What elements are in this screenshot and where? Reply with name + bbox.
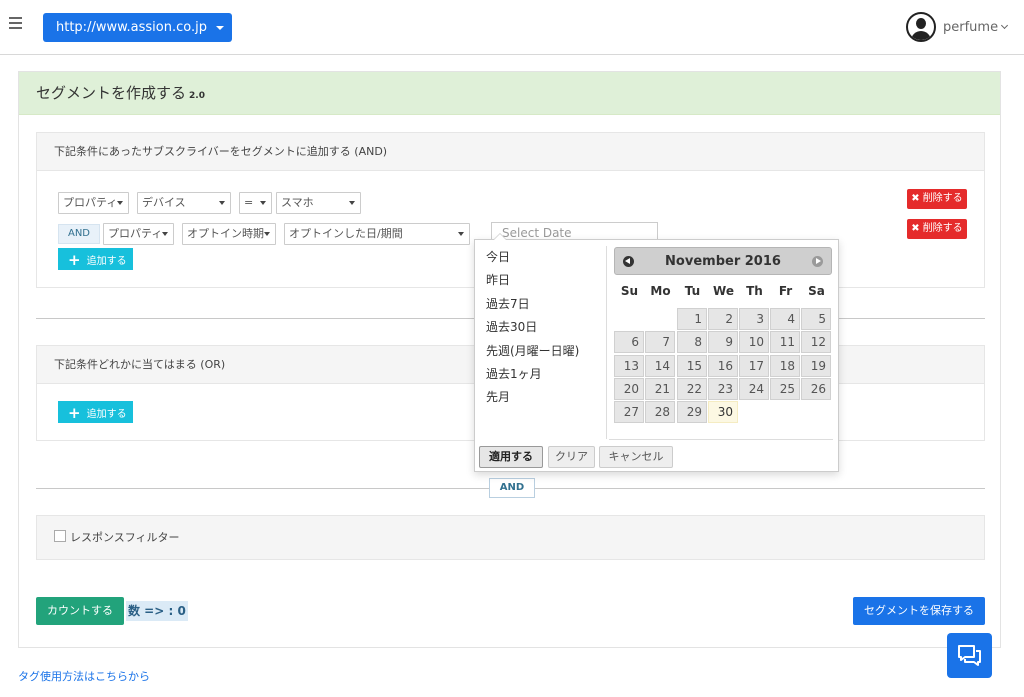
plus-icon: +: [68, 404, 81, 422]
calendar-day[interactable]: 5: [801, 308, 831, 330]
calendar-day[interactable]: 12: [801, 331, 831, 354]
calendar-day[interactable]: 30: [708, 401, 738, 424]
calendar-day[interactable]: 23: [708, 377, 738, 400]
chat-button[interactable]: [947, 633, 992, 678]
range-item[interactable]: 先月: [475, 386, 606, 409]
tag-usage-link[interactable]: タグ使用方法はこちらから: [18, 668, 150, 684]
chat-icon: [958, 645, 981, 666]
calendar-day[interactable]: 25: [770, 377, 800, 400]
calendar-day[interactable]: 6: [614, 331, 644, 354]
delete-button-2[interactable]: ✖ 削除する: [907, 219, 967, 239]
calendar-day[interactable]: 11: [770, 331, 800, 354]
weekday-header: We: [713, 284, 734, 298]
range-item[interactable]: 過去7日: [475, 293, 606, 316]
date-range-picker: 今日 昨日 過去7日 過去30日 先週(月曜ー日曜) 過去1ヶ月 先月 November 2…: [474, 233, 839, 472]
calendar-day[interactable]: 1: [677, 308, 707, 330]
calendar-day[interactable]: 29: [677, 401, 707, 424]
hamburger-menu-icon[interactable]: [9, 17, 22, 29]
range-item[interactable]: 過去1ヶ月: [475, 363, 606, 386]
calendar-day[interactable]: 20: [614, 377, 644, 400]
page-title: セグメントを作成する 2.0: [19, 72, 1000, 115]
weekday-header: Su: [620, 284, 639, 298]
calendar-day[interactable]: 14: [645, 354, 675, 377]
save-segment-button[interactable]: セグメントを保存する: [853, 597, 985, 625]
user-name: perfume: [943, 20, 1007, 35]
close-icon: ✖: [911, 223, 920, 234]
and-connector: AND: [489, 478, 535, 498]
weekday-header: Sa: [808, 284, 825, 298]
preset-ranges-list: 今日 昨日 過去7日 過去30日 先週(月曜ー日曜) 過去1ヶ月 先月: [475, 246, 607, 439]
and-panel-title: 下記条件にあったサブスクライバーをセグメントに追加する (AND): [37, 133, 984, 171]
calendar-day[interactable]: 15: [677, 354, 707, 377]
weekday-header: Tu: [684, 284, 701, 298]
optin-date-select[interactable]: オプトインした日/期間: [284, 223, 470, 245]
property-select-1[interactable]: プロパティ: [58, 192, 129, 214]
property-select-2[interactable]: プロパティ: [103, 223, 174, 245]
calendar-day[interactable]: 24: [739, 377, 769, 400]
calendar-day[interactable]: 8: [677, 331, 707, 354]
avatar-icon: [906, 12, 936, 42]
calendar-header: November 2016: [614, 247, 832, 275]
delete-button-1[interactable]: ✖ 削除する: [907, 189, 967, 209]
value-select[interactable]: スマホ: [276, 192, 361, 214]
calendar-day[interactable]: 28: [645, 401, 675, 424]
device-select[interactable]: デバイス: [137, 192, 231, 214]
calendar-day[interactable]: 3: [739, 308, 769, 330]
calendar-day[interactable]: 10: [739, 331, 769, 354]
calendar-month-title: November 2016: [665, 254, 781, 269]
top-bar: http://www.assion.co.jp perfume: [0, 0, 1024, 55]
calendar-day[interactable]: 17: [739, 354, 769, 377]
calendar-day[interactable]: 19: [801, 354, 831, 377]
optin-period-select[interactable]: オプトイン時期: [182, 223, 276, 245]
cancel-button[interactable]: キャンセル: [599, 446, 673, 468]
close-icon: ✖: [911, 193, 920, 204]
user-menu[interactable]: perfume: [906, 12, 1007, 42]
chevron-down-icon: [216, 26, 224, 30]
next-month-icon[interactable]: [812, 256, 823, 267]
calendar-day[interactable]: 26: [801, 377, 831, 400]
page-title-text: セグメントを作成する: [36, 84, 187, 102]
clear-button[interactable]: クリア: [548, 446, 595, 468]
calendar-day[interactable]: 7: [645, 331, 675, 354]
operator-select[interactable]: =: [239, 192, 272, 214]
site-url-label: http://www.assion.co.jp: [56, 20, 207, 35]
weekday-header: Mo: [650, 284, 671, 298]
range-item[interactable]: 今日: [475, 246, 606, 269]
count-button[interactable]: カウントする: [36, 597, 124, 625]
calendar-day[interactable]: 22: [677, 377, 707, 400]
weekday-header: Fr: [778, 284, 793, 298]
calendar-day[interactable]: 13: [614, 354, 644, 377]
range-item[interactable]: 昨日: [475, 269, 606, 292]
apply-button[interactable]: 適用する: [479, 446, 543, 468]
version-label: 2.0: [189, 91, 205, 101]
add-condition-button-or[interactable]: + 追加する: [58, 401, 133, 423]
calendar-day[interactable]: 4: [770, 308, 800, 330]
and-tag: AND: [58, 224, 100, 244]
calendar-day[interactable]: 18: [770, 354, 800, 377]
calendar-day[interactable]: 21: [645, 377, 675, 400]
add-condition-button-and[interactable]: + 追加する: [58, 248, 133, 270]
count-result: 数 => : 0: [126, 601, 188, 621]
picker-divider: [609, 439, 833, 440]
calendar-day[interactable]: 27: [614, 401, 644, 424]
range-item[interactable]: 過去30日: [475, 316, 606, 339]
calendar-day[interactable]: 2: [708, 308, 738, 330]
response-filter-label: レスポンスフィルター: [70, 531, 180, 544]
calendar-day[interactable]: 9: [708, 331, 738, 354]
range-item[interactable]: 先週(月曜ー日曜): [475, 340, 606, 363]
response-filter-checkbox[interactable]: [54, 530, 66, 542]
plus-icon: +: [68, 251, 81, 269]
site-url-select[interactable]: http://www.assion.co.jp: [43, 13, 232, 42]
weekday-header: Th: [746, 284, 763, 298]
calendar-day[interactable]: 16: [708, 354, 738, 377]
